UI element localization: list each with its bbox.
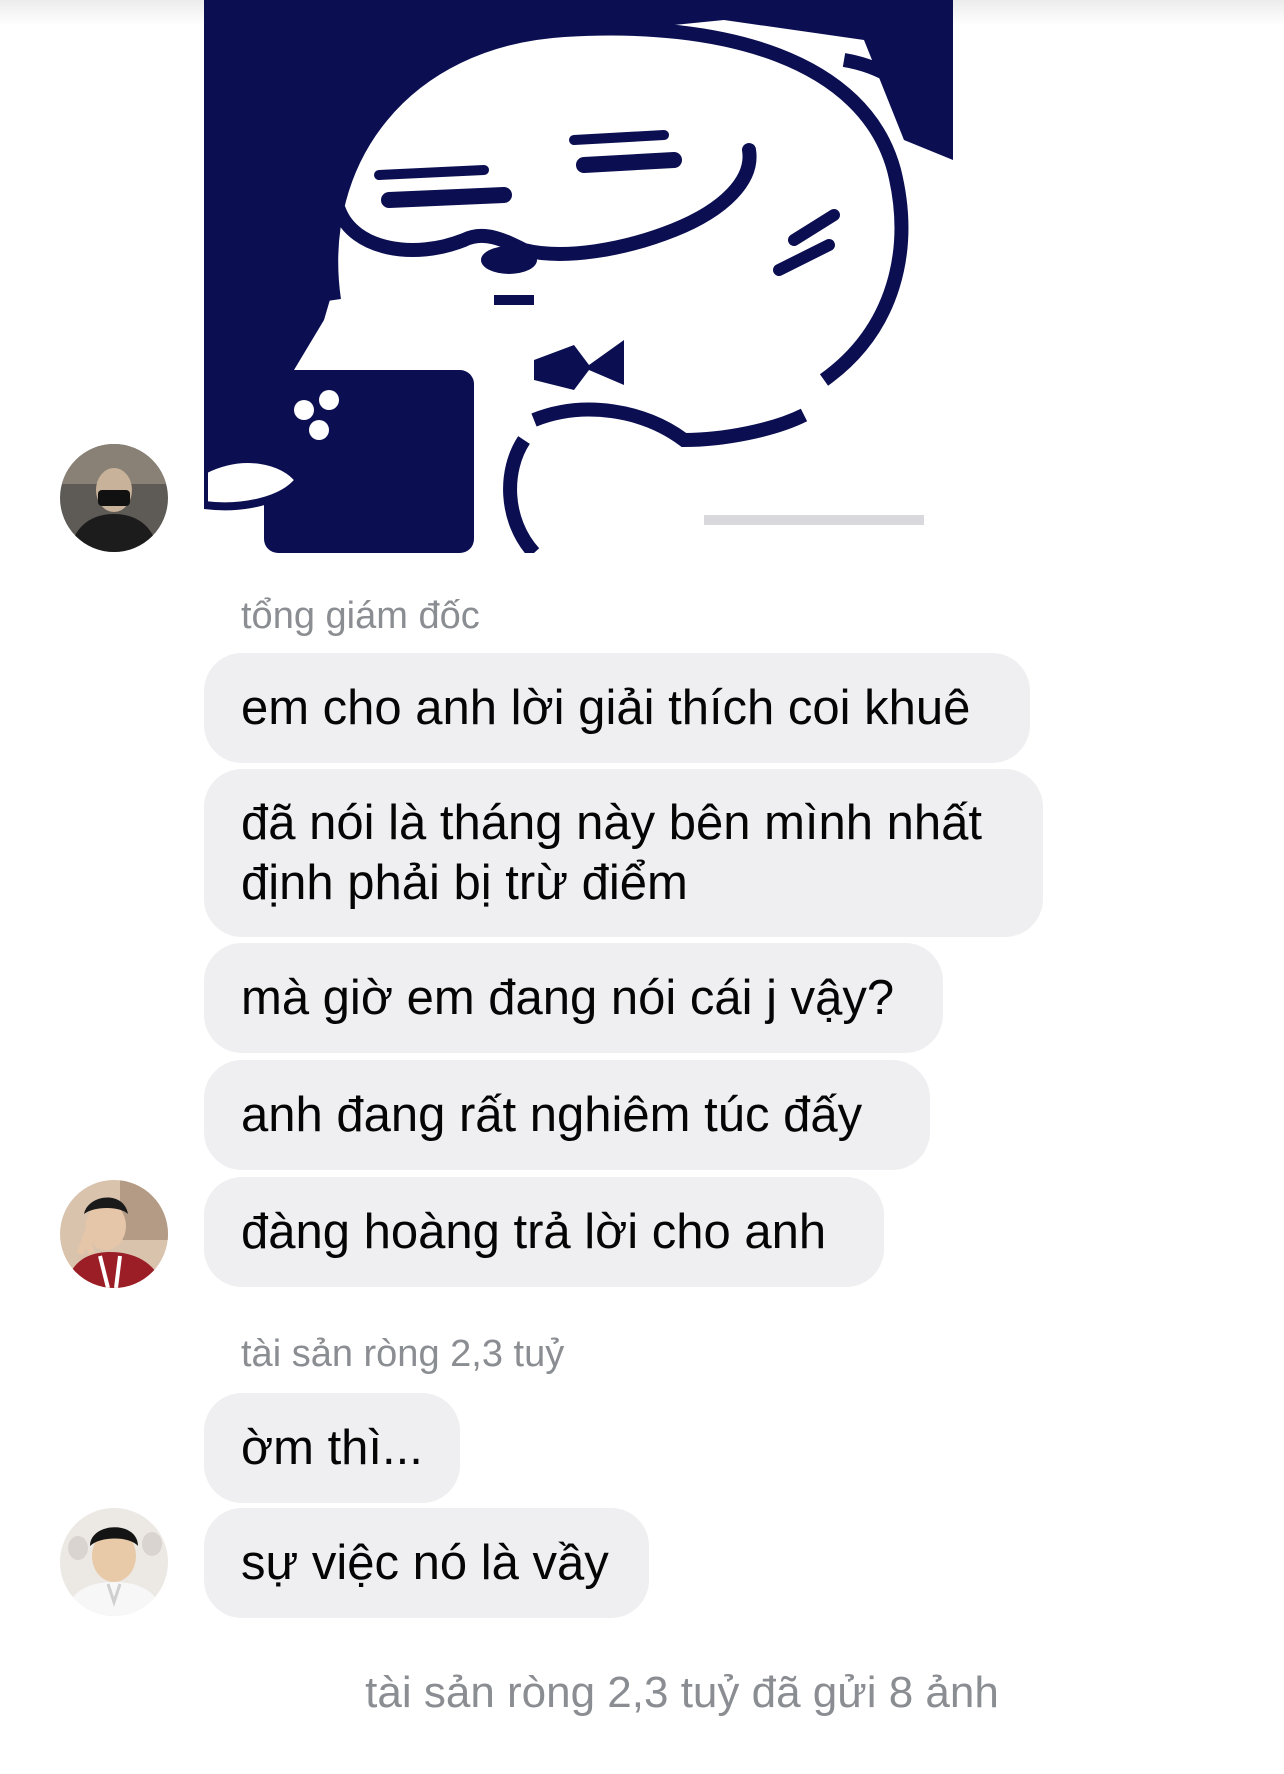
message-bubble[interactable]: anh đang rất nghiêm túc đấy [204,1060,930,1170]
avatar-2[interactable] [60,1180,168,1288]
person-avatar-icon [60,1508,168,1616]
message-bubble[interactable]: mà giờ em đang nói cái j vậy? [204,943,943,1053]
avatar-3[interactable] [60,1508,168,1616]
photos-sent-notice: tài sản ròng 2,3 tuỷ đã gửi 8 ảnh [365,1668,999,1717]
message-text: anh đang rất nghiêm túc đấy [241,1088,863,1142]
sticker-image[interactable] [204,0,953,553]
message-text: ờm thì... [241,1421,423,1475]
message-text: em cho anh lời giải thích coi khuê [241,681,971,735]
sender-name: tổng giám đốc [241,595,480,637]
chat-thread: tổng giám đốc em cho anh lời giải thích … [0,0,1284,1774]
sender-name: tài sản ròng 2,3 tuỷ [241,1333,565,1375]
person-avatar-icon [60,444,168,552]
avatar-1[interactable] [60,444,168,552]
message-bubble[interactable]: sự việc nó là vầy [204,1508,649,1618]
message-text: sự việc nó là vầy [241,1536,609,1590]
message-text: đã nói là tháng này bên mình nhất định p… [241,796,983,910]
message-bubble[interactable]: đàng hoàng trả lời cho anh [204,1177,884,1287]
message-bubble[interactable]: em cho anh lời giải thích coi khuê [204,653,1030,763]
person-avatar-icon [60,1180,168,1288]
message-text: đàng hoàng trả lời cho anh [241,1205,827,1259]
message-bubble[interactable]: đã nói là tháng này bên mình nhất định p… [204,769,1043,937]
meme-cat-sticker-icon [204,0,953,553]
message-bubble[interactable]: ờm thì... [204,1393,460,1503]
message-text: mà giờ em đang nói cái j vậy? [241,971,895,1025]
